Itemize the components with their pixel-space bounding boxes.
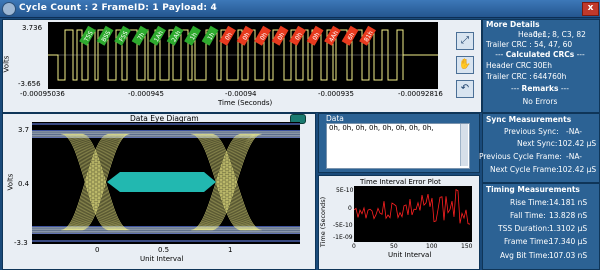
sync-row-label: Next Cycle Frame: [490, 165, 559, 174]
timeline-y-max: 3.736 [22, 24, 43, 32]
calc-crc-title: Calculated CRCs [505, 50, 575, 59]
eye-x-label: Unit Interval [140, 255, 184, 263]
timing-row-label: Avg Bit Time: [500, 251, 550, 260]
sync-row-value: -NA- [566, 152, 582, 161]
timing-row-value: 17.340 µS [549, 237, 588, 246]
app-icon [2, 2, 16, 16]
tie-plot[interactable] [354, 186, 472, 242]
eye-y-tick-bot: -3.3 [14, 239, 28, 247]
sync-title: Sync Measurements [486, 115, 572, 124]
timing-row-label: Frame Time: [504, 237, 551, 246]
timeline-y-min: -3.656 [18, 80, 41, 88]
timing-row-value: 107.03 nS [549, 251, 588, 260]
calculated-crcs-separator: --- Calculated CRCs --- [495, 50, 585, 59]
tie-x-label: Unit Interval [388, 251, 432, 259]
trailer-crc-value: 644760h [533, 72, 567, 81]
tie-x-tick-3: 150 [461, 243, 473, 250]
remarks-title: Remarks [521, 84, 559, 93]
eye-mask [107, 172, 216, 192]
eye-diagram-plot[interactable] [32, 122, 300, 244]
timeline-y-label: Volts [2, 55, 11, 73]
timeline-x-tick-5: -0.00092816 [398, 90, 443, 98]
data-label: Data [326, 114, 344, 123]
more-details-title: More Details [486, 20, 540, 29]
header-crc-label: Header CRC : [486, 61, 536, 70]
timeline-x-tick-2: -0.00094 [225, 90, 257, 98]
timeline-x-label: Time (Seconds) [218, 99, 273, 107]
timing-row-value: 1.3102 µS [549, 224, 588, 233]
timeline-x-tick-1: -0.000945 [128, 90, 164, 98]
undo-icon[interactable]: ↶ [456, 80, 474, 98]
eye-x-tick-0: 0 [95, 246, 100, 254]
timing-row-value: 14.181 nS [549, 198, 588, 207]
eye-y-tick-top: 3.7 [18, 126, 30, 134]
timeline-plot[interactable]: TSS BSS FSS 7h 1Ah 2Ah 1h 1h 0h 0h 0h 0h 0h 0h 4Ah 6h 81… [48, 22, 438, 89]
trailer-value: 54, 47, 60 [534, 40, 573, 49]
zoom-fit-icon[interactable]: ⤢ [456, 32, 474, 50]
tie-y-tick-2: -5E-10 [333, 222, 353, 229]
timing-row-label: Fall Time: [510, 211, 546, 220]
timing-row-value: 13.828 nS [549, 211, 588, 220]
sync-row-value: 102.42 µS [558, 165, 597, 174]
header-crc-value: 30Eh [533, 61, 553, 70]
close-button[interactable]: x [582, 2, 599, 16]
sync-row-value: -NA- [566, 127, 582, 136]
tie-x-tick-1: 50 [390, 243, 398, 250]
tie-y-tick-1: 0 [348, 205, 352, 212]
data-text-content: 0h, 0h, 0h, 0h, 0h, 0h, 0h, 0h, [329, 124, 434, 132]
eye-y-tick-mid: 0.4 [18, 180, 30, 188]
sync-row-value: 102.42 µS [558, 139, 597, 148]
sync-row-label: Previous Cycle Frame: [479, 152, 562, 161]
tie-y-tick-0: 5E-10 [336, 187, 354, 194]
window-title: Cycle Count : 2 FrameID: 1 Payload: 4 [19, 3, 218, 13]
eye-y-label: Volts [6, 173, 15, 191]
data-scrollbar[interactable] [460, 124, 468, 166]
tie-x-tick-0: 0 [352, 243, 356, 250]
hand-pan-icon[interactable]: ✋ [456, 56, 474, 74]
sync-row-label: Next Sync: [517, 139, 558, 148]
eye-x-tick-2: 1 [228, 246, 233, 254]
eye-x-tick-1: 0.5 [158, 246, 170, 254]
timing-row-label: TSS Duration: [498, 224, 550, 233]
timeline-x-tick-0: -0.00095036 [20, 90, 65, 98]
tie-x-tick-2: 100 [426, 243, 438, 250]
tie-y-tick-3: -1E-09 [333, 234, 353, 241]
remarks-separator: --- Remarks --- [511, 84, 569, 93]
sync-row-label: Previous Sync: [504, 127, 559, 136]
tie-y-label: Time (Seconds) [319, 196, 328, 248]
timing-title: Timing Measurements [486, 185, 580, 194]
tie-title: Time Interval Error Plot [360, 178, 441, 186]
trailer-crc-label: Trailer CRC : [486, 72, 532, 81]
trailer-label: Trailer CRC : [486, 40, 532, 49]
timing-row-label: Rise Time: [510, 198, 550, 207]
timeline-x-tick-3: -0.000935 [318, 90, 354, 98]
remarks-value: No Errors [522, 97, 558, 106]
header-value: 0, 1, 8, C3, 82 [533, 30, 586, 39]
